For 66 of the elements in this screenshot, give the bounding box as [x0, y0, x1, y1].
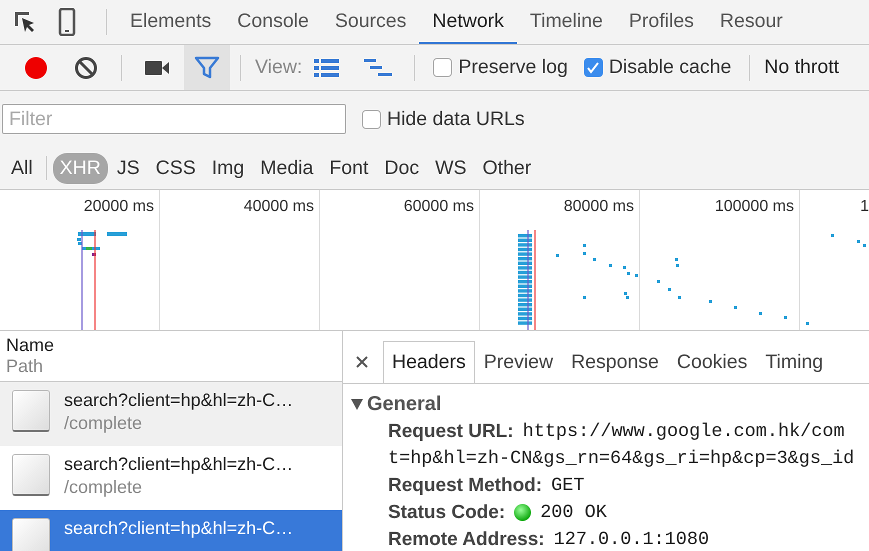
type-filter-tab[interactable]: Font: [322, 152, 376, 184]
mobile-device-icon[interactable]: [58, 8, 76, 36]
request-path: /complete: [64, 477, 144, 498]
request-name: search?client=hp&hl=zh-C…: [64, 390, 294, 411]
path-column-header[interactable]: Path: [6, 356, 342, 377]
time-tick-label: 60000 ms: [404, 198, 474, 217]
preserve-log-checkbox[interactable]: Preserve log: [433, 56, 568, 79]
request-name: search?client=hp&hl=zh-C…: [64, 454, 294, 475]
type-filter-tab[interactable]: Img: [204, 152, 252, 184]
details-tab[interactable]: Response: [562, 341, 668, 383]
details-tab[interactable]: Cookies: [668, 341, 756, 383]
throttling-dropdown[interactable]: No thrott: [764, 56, 840, 79]
request-row[interactable]: search?client=hp&hl=zh-C… /complete: [0, 382, 342, 446]
disable-cache-checkbox[interactable]: Disable cache: [584, 56, 732, 79]
panel-tab[interactable]: Resour: [706, 0, 796, 44]
filter-toggle-button[interactable]: [184, 45, 230, 90]
header-key: Request Method:: [388, 474, 542, 496]
header-value: GET: [551, 475, 584, 496]
header-value: 127.0.0.1:1080: [554, 529, 710, 550]
status-ok-icon: [514, 504, 532, 521]
file-icon: [12, 518, 50, 551]
type-filter-tab[interactable]: Other: [476, 152, 538, 184]
type-filter-tab[interactable]: Media: [253, 152, 320, 184]
time-tick-label: 40000 ms: [244, 198, 314, 217]
view-label: View:: [255, 56, 302, 79]
time-tick-label: 1: [860, 198, 869, 217]
file-icon: [12, 390, 50, 432]
filter-input-field[interactable]: Filter: [2, 104, 346, 134]
request-row[interactable]: search?client=hp&hl=zh-C…: [0, 510, 342, 551]
close-icon[interactable]: [355, 355, 369, 369]
record-button[interactable]: [23, 54, 49, 80]
hide-data-urls-checkbox[interactable]: Hide data URLs: [362, 108, 525, 130]
panel-tab[interactable]: Console: [224, 0, 322, 44]
name-column-header[interactable]: Name: [6, 335, 342, 356]
waterfall-view-icon[interactable]: [364, 58, 392, 78]
panel-tab[interactable]: Elements: [117, 0, 224, 44]
section-title: General: [367, 392, 442, 416]
type-filter-tab[interactable]: JS: [110, 152, 147, 184]
header-key: Status Code:: [388, 502, 506, 524]
panel-tab[interactable]: Sources: [322, 0, 420, 44]
file-icon: [12, 454, 50, 496]
expanded-triangle-icon[interactable]: [350, 397, 364, 411]
details-tab[interactable]: Headers: [383, 341, 475, 383]
request-path: /complete: [64, 413, 144, 434]
request-name: search?client=hp&hl=zh-C…: [64, 518, 294, 539]
details-tab[interactable]: Preview: [474, 341, 562, 383]
header-key: Request URL:: [388, 420, 514, 442]
checkmark-icon: [586, 60, 600, 74]
time-tick-label: 80000 ms: [564, 198, 634, 217]
time-tick-label: 100000 ms: [714, 198, 794, 217]
filter-icon: [194, 56, 220, 80]
type-filter-tab[interactable]: All: [4, 152, 40, 184]
list-view-icon[interactable]: [314, 58, 340, 78]
panel-tab[interactable]: Timeline: [516, 0, 616, 44]
header-key: Remote Address:: [388, 528, 545, 550]
panel-tab[interactable]: Profiles: [616, 0, 707, 44]
request-row[interactable]: search?client=hp&hl=zh-C… /complete: [0, 446, 342, 510]
type-filter-tab[interactable]: CSS: [148, 152, 203, 184]
header-value: 200 OK: [540, 502, 607, 523]
type-filter-tab[interactable]: WS: [428, 152, 474, 184]
time-tick-label: 20000 ms: [84, 198, 154, 217]
header-value: t=hp&hl=zh-CN&gs_rn=64&gs_ri=hp&cp=3&gs_id: [388, 448, 854, 469]
header-value: https://www.google.com.hk/com: [522, 421, 845, 442]
type-filter-tab[interactable]: Doc: [377, 152, 426, 184]
details-tab[interactable]: Timing: [756, 341, 832, 383]
clear-icon[interactable]: [73, 54, 99, 80]
